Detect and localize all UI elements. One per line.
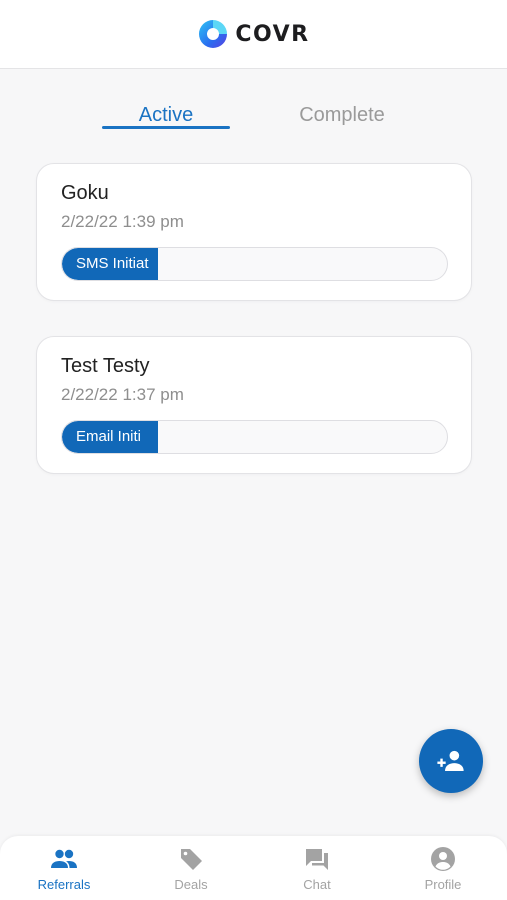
app-name: COVR [235, 21, 310, 47]
nav-label-chat: Chat [303, 877, 331, 892]
covr-logo-icon [199, 20, 228, 48]
referral-card[interactable]: Test Testy 2/22/22 1:37 pm Email Initi [36, 336, 472, 474]
referral-card[interactable]: Goku 2/22/22 1:39 pm SMS Initiat [36, 163, 472, 301]
progress-status-label: SMS Initiat [76, 255, 149, 272]
nav-item-chat[interactable]: Chat [262, 836, 372, 900]
referral-status-progress: SMS Initiat [61, 247, 448, 281]
tab-complete[interactable]: Complete [278, 100, 406, 130]
referral-datetime: 2/22/22 1:37 pm [61, 385, 184, 404]
account-circle-icon [431, 847, 455, 871]
referral-datetime: 2/22/22 1:39 pm [61, 212, 184, 231]
nav-label-referrals: Referrals [37, 877, 91, 892]
referral-name: Test Testy [61, 355, 150, 377]
chat-icon [306, 849, 328, 870]
nav-item-profile[interactable]: Profile [388, 836, 498, 900]
add-referral-button[interactable] [419, 729, 483, 793]
people-icon [51, 849, 77, 868]
referral-tabs: Active Complete [0, 100, 507, 132]
progress-status-label: Email Initi [76, 428, 142, 445]
referral-name: Goku [61, 182, 109, 204]
app-root: COVR Active Complete Goku 2/22/22 1:39 p… [0, 0, 507, 900]
tag-icon [181, 849, 202, 870]
bottom-navigation: Referrals Deals Chat Profile [0, 836, 507, 900]
nav-item-deals[interactable]: Deals [136, 836, 246, 900]
nav-label-deals: Deals [174, 877, 208, 892]
referral-status-progress: Email Initi [61, 420, 448, 454]
logo: COVR [197, 18, 309, 50]
active-tab-indicator [102, 126, 230, 129]
app-header: COVR [0, 0, 507, 69]
nav-item-referrals[interactable]: Referrals [9, 836, 119, 900]
nav-label-profile: Profile [424, 877, 462, 892]
add-person-icon [437, 750, 464, 771]
